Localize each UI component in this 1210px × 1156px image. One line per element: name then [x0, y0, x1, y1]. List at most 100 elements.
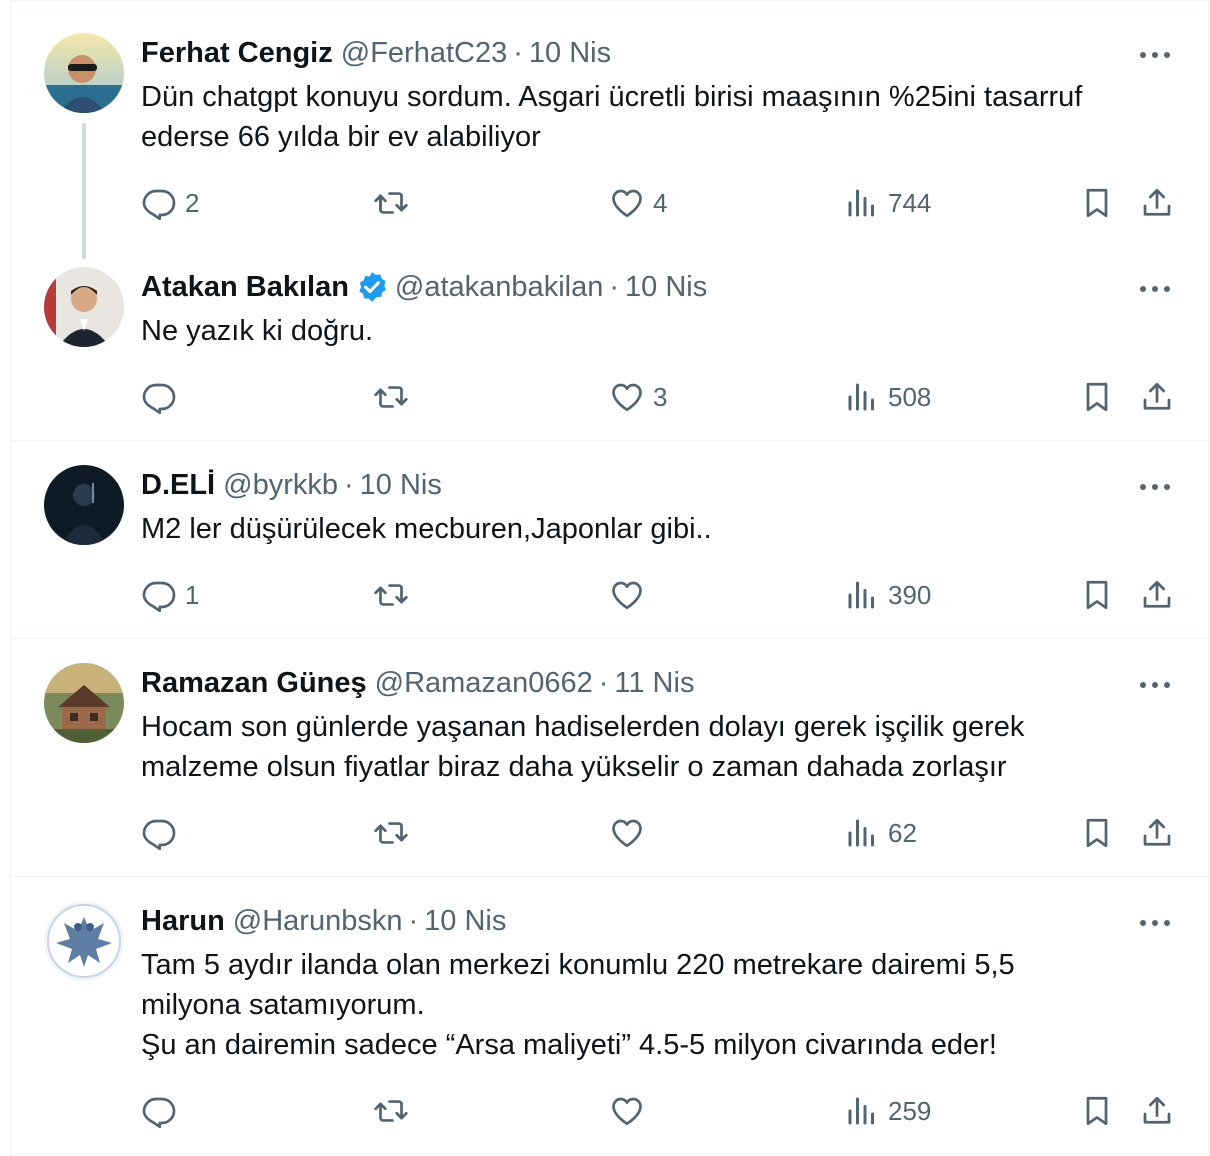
like-button[interactable]: 4	[609, 183, 667, 223]
like-button[interactable]	[609, 1091, 653, 1131]
reply-icon	[142, 383, 176, 415]
heart-icon	[612, 189, 642, 218]
avatar[interactable]	[44, 663, 124, 743]
reply-button[interactable]	[141, 1091, 185, 1131]
reply-button[interactable]: 2	[141, 183, 199, 223]
verified-badge-icon	[355, 270, 389, 304]
separator: ·	[598, 667, 609, 699]
avatar[interactable]	[44, 33, 124, 113]
more-options-button[interactable]	[1137, 905, 1173, 941]
bookmark-icon	[1086, 382, 1108, 412]
views-chart-icon	[848, 383, 874, 411]
heart-icon	[612, 1097, 642, 1126]
author-handle[interactable]: @atakanbakilan	[395, 269, 603, 305]
tweet-header: Harun @Harunbskn · 10 Nis	[141, 903, 506, 939]
retweet-icon	[374, 386, 408, 408]
bookmark-icon	[1086, 1096, 1108, 1126]
avatar[interactable]	[44, 465, 124, 545]
share-button[interactable]	[1139, 575, 1175, 615]
bookmark-button[interactable]	[1079, 813, 1115, 853]
share-icon	[1143, 580, 1171, 608]
tweet-date[interactable]: 10 Nis	[360, 467, 442, 503]
tweet[interactable]: D.ELİ @byrkkb · 10 Nis M2 ler düşürülece…	[11, 441, 1209, 639]
author-handle[interactable]: @Harunbskn	[233, 903, 403, 939]
more-options-button[interactable]	[1137, 469, 1173, 505]
retweet-button[interactable]	[373, 813, 417, 853]
views-button[interactable]: 508	[844, 377, 931, 417]
reply-icon	[142, 1097, 176, 1129]
views-count: 390	[888, 579, 932, 610]
author-handle[interactable]: @byrkkb	[223, 467, 338, 503]
bookmark-button[interactable]	[1079, 377, 1115, 417]
views-button[interactable]: 744	[844, 183, 931, 223]
separator: ·	[513, 37, 523, 69]
views-count: 744	[888, 187, 932, 218]
reply-button[interactable]	[141, 377, 185, 417]
reply-button[interactable]	[141, 813, 185, 853]
heart-icon	[612, 383, 642, 412]
tweet-actions: 1 390	[141, 575, 1181, 615]
reply-icon	[142, 819, 176, 851]
tweet-header: D.ELİ @byrkkb · 10 Nis	[141, 467, 442, 503]
tweet-date[interactable]: 10 Nis	[625, 269, 707, 305]
author-handle[interactable]: @Ramazan0662	[375, 665, 593, 701]
tweet-header: Ferhat Cengiz @FerhatC23 · 10 Nis	[141, 35, 611, 71]
reply-button[interactable]: 1	[141, 575, 199, 615]
retweet-button[interactable]	[373, 1091, 417, 1131]
share-button[interactable]	[1139, 377, 1175, 417]
tweet[interactable]: Ferhat Cengiz @FerhatC23 · 10 Nis Dün ch…	[11, 1, 1209, 259]
tweet[interactable]: Atakan Bakılan @atakanbakilan · 10 Nis N…	[11, 241, 1209, 441]
more-dots-icon	[1140, 484, 1170, 490]
author-name[interactable]: Harun	[141, 903, 225, 939]
separator: ·	[408, 905, 419, 937]
bookmark-button[interactable]	[1079, 1091, 1115, 1131]
more-options-button[interactable]	[1137, 37, 1173, 73]
more-dots-icon	[1140, 52, 1170, 58]
share-button[interactable]	[1139, 813, 1175, 853]
tweet[interactable]: Harun @Harunbskn · 10 Nis Tam 5 aydır il…	[11, 877, 1209, 1155]
tweet-header: Ramazan Güneş @Ramazan0662 · 11 Nis	[141, 665, 694, 701]
author-name[interactable]: Atakan Bakılan	[141, 269, 349, 305]
avatar[interactable]	[44, 901, 124, 981]
share-button[interactable]	[1139, 183, 1175, 223]
bookmark-button[interactable]	[1079, 575, 1115, 615]
tweet-date[interactable]: 11 Nis	[614, 665, 694, 701]
tweet-text: Ne yazık ki doğru.	[141, 315, 374, 347]
like-button[interactable]	[609, 813, 653, 853]
more-options-button[interactable]	[1137, 667, 1173, 703]
retweet-button[interactable]	[373, 377, 417, 417]
views-chart-icon	[848, 819, 874, 847]
separator: ·	[609, 271, 620, 303]
author-name[interactable]: D.ELİ	[141, 467, 215, 503]
tweet-actions: 2 4 744	[141, 183, 1181, 223]
views-chart-icon	[848, 581, 874, 609]
tweet-header: Atakan Bakılan @atakanbakilan · 10 Nis	[141, 269, 707, 305]
bookmark-icon	[1086, 818, 1108, 848]
author-name[interactable]: Ramazan Güneş	[141, 665, 367, 701]
views-button[interactable]: 259	[844, 1091, 931, 1131]
tweet-actions: 3 508	[141, 377, 1181, 417]
avatar[interactable]	[44, 267, 124, 347]
more-dots-icon	[1140, 920, 1170, 926]
views-button[interactable]: 390	[844, 575, 931, 615]
views-button[interactable]: 62	[844, 813, 917, 853]
author-handle[interactable]: @FerhatC23	[341, 35, 507, 71]
reply-count: 2	[185, 187, 200, 218]
share-button[interactable]	[1139, 1091, 1175, 1131]
more-options-button[interactable]	[1137, 271, 1173, 307]
author-name[interactable]: Ferhat Cengiz	[141, 35, 333, 71]
like-button[interactable]: 3	[609, 377, 667, 417]
share-icon	[1143, 188, 1171, 216]
more-dots-icon	[1140, 682, 1170, 688]
tweet[interactable]: Ramazan Güneş @Ramazan0662 · 11 Nis Hoca…	[11, 639, 1209, 877]
retweet-button[interactable]	[373, 575, 417, 615]
reply-icon	[142, 581, 176, 613]
tweet-date[interactable]: 10 Nis	[529, 35, 611, 71]
views-count: 508	[888, 381, 932, 412]
reply-icon	[142, 189, 176, 221]
views-chart-icon	[848, 189, 874, 217]
retweet-button[interactable]	[373, 183, 417, 223]
tweet-date[interactable]: 10 Nis	[424, 903, 506, 939]
bookmark-button[interactable]	[1079, 183, 1115, 223]
like-button[interactable]	[609, 575, 653, 615]
